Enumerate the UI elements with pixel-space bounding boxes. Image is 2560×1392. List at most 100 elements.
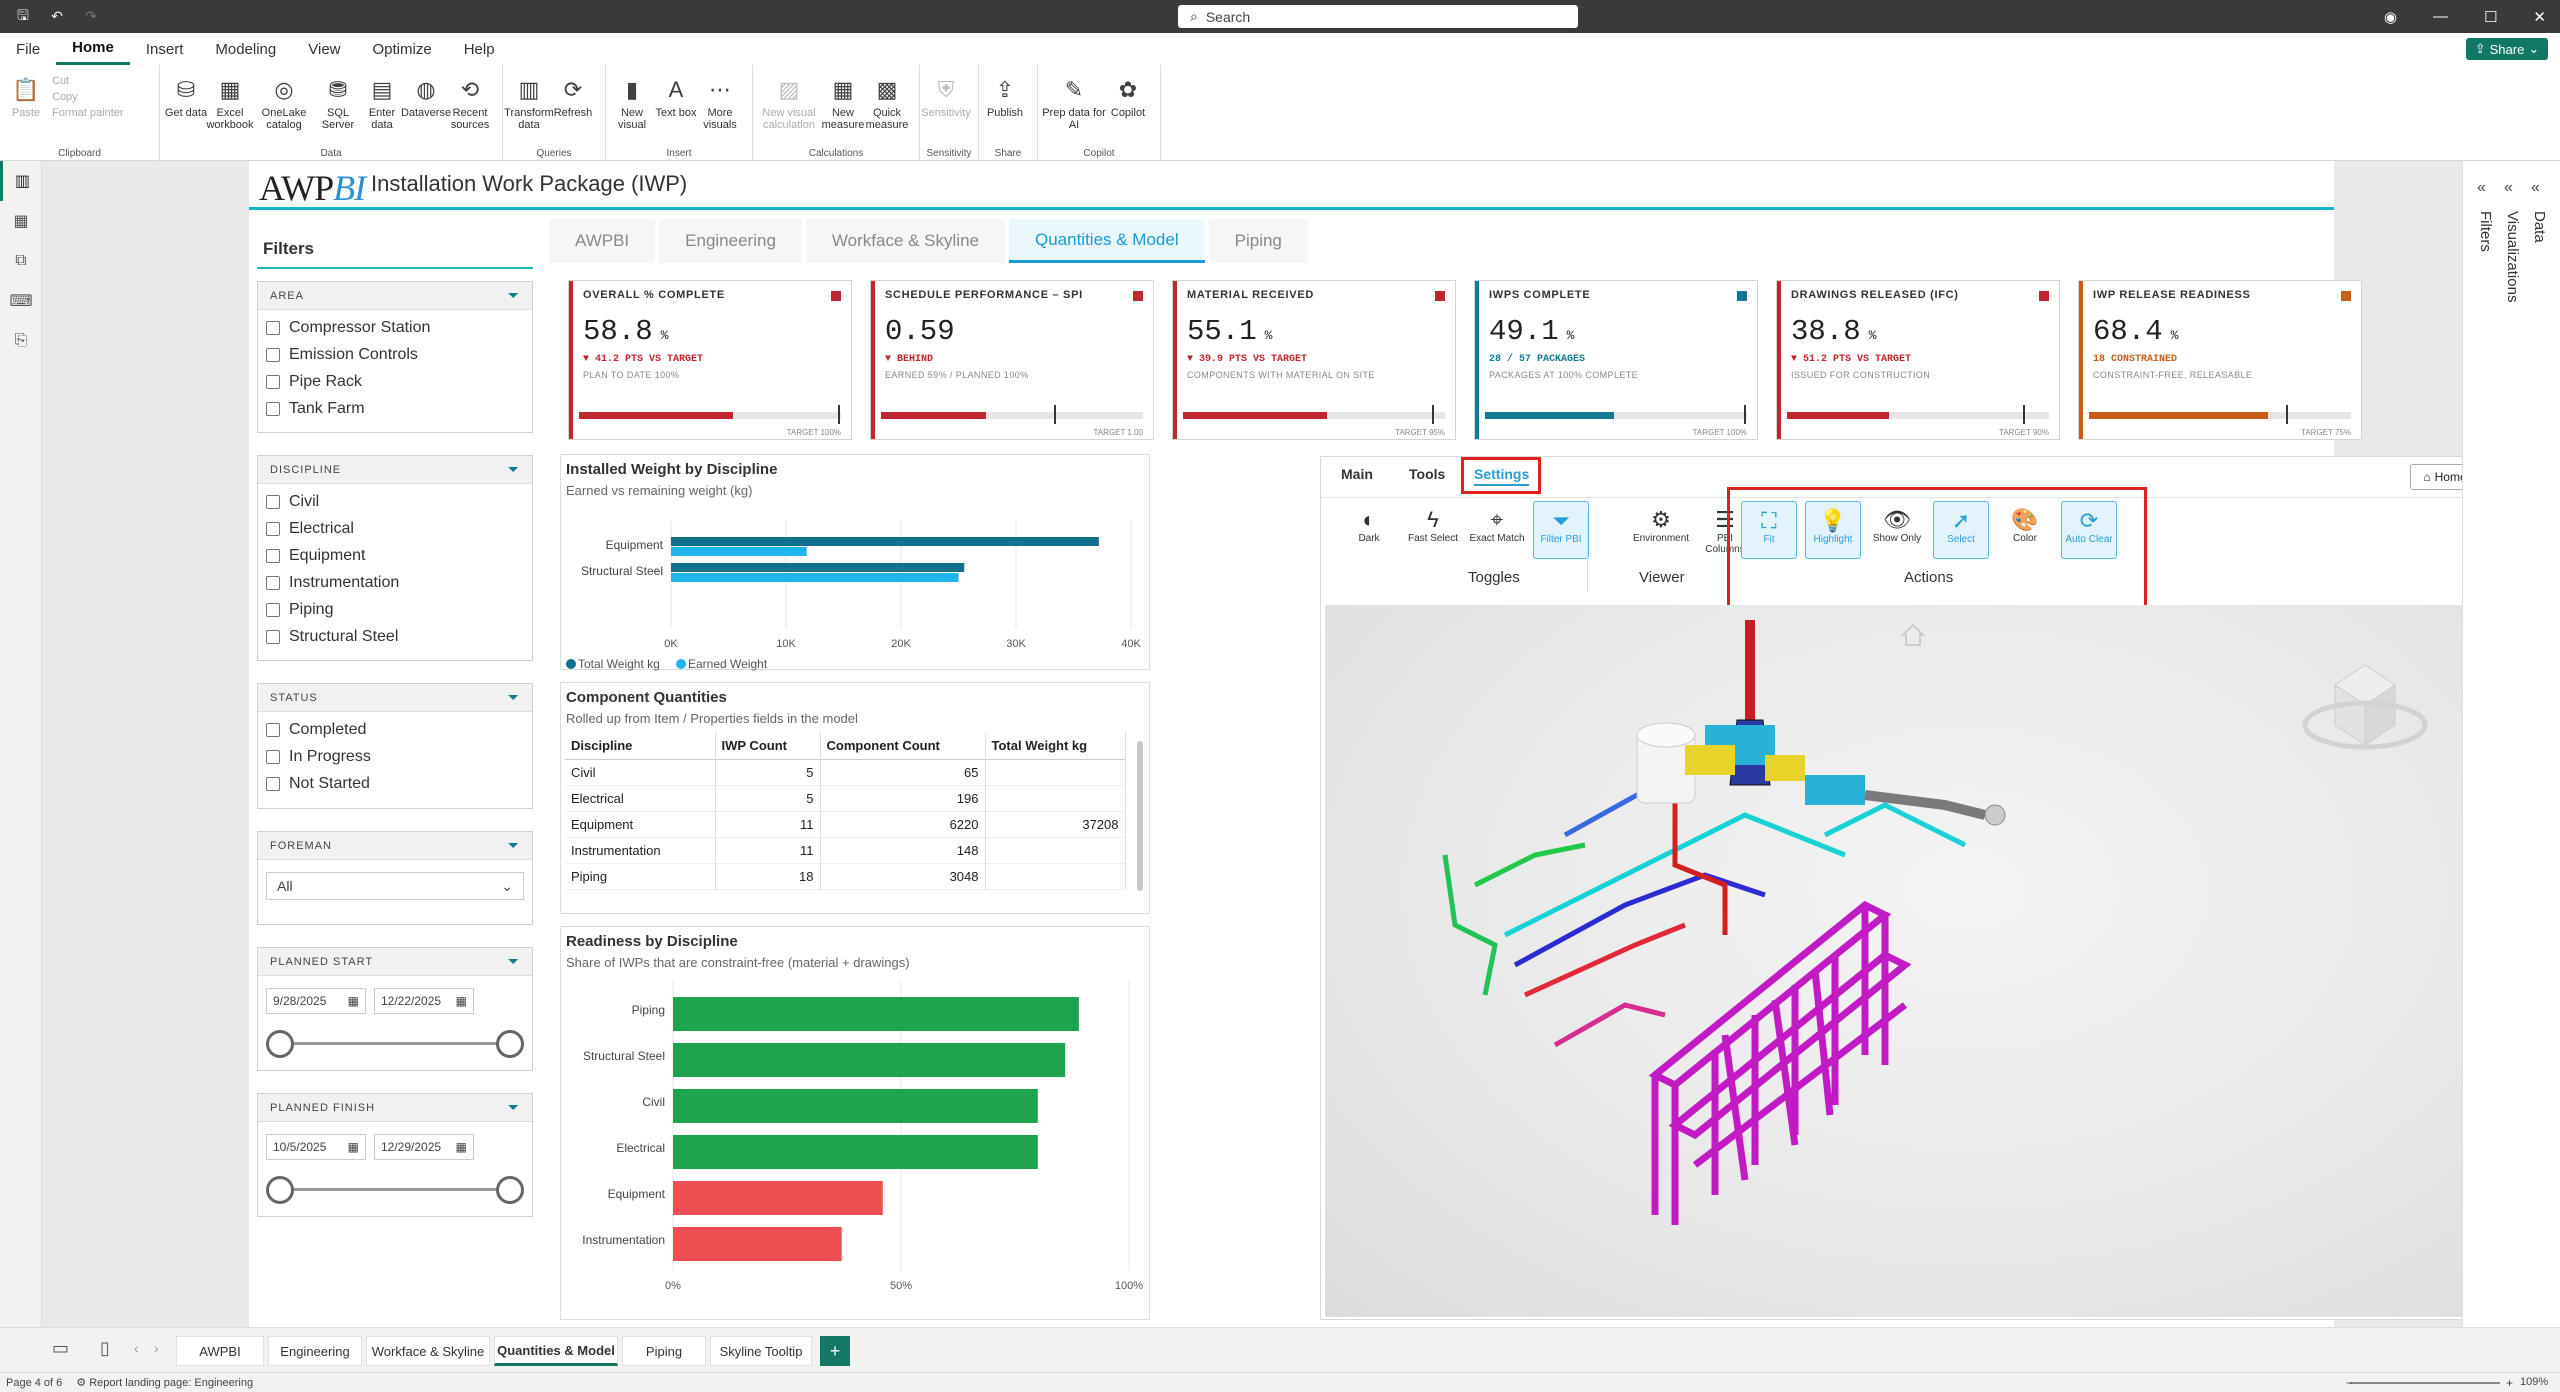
checkbox[interactable] <box>266 494 280 509</box>
menu-help[interactable]: Help <box>448 33 511 65</box>
filter-icon[interactable]: ⏷ <box>508 461 520 478</box>
dax-query-icon[interactable]: ⌨ <box>0 281 42 321</box>
account-icon[interactable]: ◉ <box>2384 8 2397 26</box>
page-tab-awpbi[interactable]: AWPBI <box>176 1336 264 1366</box>
filter-item[interactable]: Structural Steel <box>258 623 532 650</box>
filter-item[interactable]: Pipe Rack <box>258 368 532 395</box>
slider-handle[interactable] <box>266 1030 294 1058</box>
chevron-left-icon[interactable]: « <box>2504 179 2513 197</box>
tab-awpbi[interactable]: AWPBI <box>549 219 656 263</box>
cut-button[interactable]: Cut <box>52 75 124 87</box>
filter-icon[interactable]: ⏷ <box>508 287 520 304</box>
model-view-icon[interactable]: ⧉ <box>0 241 42 281</box>
viewer-tab-tools[interactable]: Tools <box>1409 466 1445 482</box>
filter-item[interactable]: Emission Controls <box>258 341 532 368</box>
menu-file[interactable]: File <box>0 33 56 65</box>
mobile-layout-icon[interactable]: ▯ <box>100 1338 110 1359</box>
chevron-left-icon[interactable]: « <box>2477 179 2486 197</box>
filter-icon[interactable]: ⏷ <box>508 689 520 706</box>
bar-total-weight-kg[interactable] <box>671 537 1099 546</box>
tmdl-view-icon[interactable]: ⎘ <box>0 321 42 361</box>
filter-item[interactable]: Tank Farm <box>258 395 532 422</box>
table-scrollbar[interactable] <box>1137 741 1143 891</box>
navigation-cube-icon[interactable] <box>2302 664 2428 750</box>
checkbox[interactable] <box>266 374 280 389</box>
page-tab-skyline-tooltip[interactable]: Skyline Tooltip <box>710 1336 812 1366</box>
close-icon[interactable]: ✕ <box>2533 8 2546 26</box>
zoom-out-icon[interactable]: − <box>2346 1376 2353 1390</box>
tab-workface-skyline[interactable]: Workface & Skyline <box>805 219 1005 263</box>
filter-item[interactable]: Piping <box>258 596 532 623</box>
desktop-layout-icon[interactable]: ▭ <box>52 1338 69 1359</box>
foreman-dropdown[interactable]: All ⌄ <box>266 872 524 900</box>
menu-home[interactable]: Home <box>56 33 130 65</box>
filter-item[interactable]: Instrumentation <box>258 569 532 596</box>
checkbox[interactable] <box>266 347 280 362</box>
filter-pbi-button[interactable]: ⏷ Filter PBI <box>1533 501 1589 559</box>
checkbox[interactable] <box>266 602 280 617</box>
share-button[interactable]: ⇪ Share ⌄ <box>2466 38 2548 60</box>
finish-to-date[interactable]: 12/29/2025 ▦ <box>374 1134 474 1160</box>
data-pane[interactable]: «Data <box>2517 171 2560 471</box>
page-tab-quantities-model[interactable]: Quantities & Model <box>494 1336 618 1366</box>
table-header[interactable]: Discipline <box>565 733 716 759</box>
menu-optimize[interactable]: Optimize <box>357 33 448 65</box>
readiness-bar[interactable] <box>673 1227 842 1261</box>
format-painter-button[interactable]: Format painter <box>52 107 124 119</box>
menu-modeling[interactable]: Modeling <box>199 33 292 65</box>
filter-item[interactable]: Electrical <box>258 515 532 542</box>
checkbox[interactable] <box>266 749 280 764</box>
filter-item[interactable]: In Progress <box>258 743 532 770</box>
filter-item[interactable]: Equipment <box>258 542 532 569</box>
table-row[interactable]: Civil 5 65 <box>565 759 1126 785</box>
readiness-bar[interactable] <box>673 1181 883 1215</box>
bar-earned-weight[interactable] <box>671 573 959 582</box>
checkbox[interactable] <box>266 575 280 590</box>
redo-icon[interactable]: ↷ <box>80 6 102 28</box>
readiness-bar[interactable] <box>673 1089 1038 1123</box>
viewer-tab-main[interactable]: Main <box>1341 466 1373 482</box>
tab-piping[interactable]: Piping <box>1208 219 1308 263</box>
slider-handle[interactable] <box>496 1030 524 1058</box>
table-header[interactable]: Total Weight kg <box>985 733 1126 759</box>
page-tab-piping[interactable]: Piping <box>622 1336 706 1366</box>
filter-item[interactable]: Compressor Station <box>258 314 532 341</box>
checkbox[interactable] <box>266 722 280 737</box>
filter-icon[interactable]: ⏷ <box>508 837 520 854</box>
finish-from-date[interactable]: 10/5/2025 ▦ <box>266 1134 366 1160</box>
save-icon[interactable]: 🖫 <box>12 6 34 28</box>
start-range-slider[interactable] <box>266 1028 524 1058</box>
start-from-date[interactable]: 9/28/2025 ▦ <box>266 988 366 1014</box>
checkbox[interactable] <box>266 629 280 644</box>
checkbox[interactable] <box>266 320 280 335</box>
search-input[interactable]: ⌕ Search <box>1178 5 1578 28</box>
checkbox[interactable] <box>266 776 280 791</box>
table-header[interactable]: IWP Count <box>715 733 821 759</box>
table-view-icon[interactable]: ▦ <box>0 201 42 241</box>
tab-quantities-model[interactable]: Quantities & Model <box>1008 219 1205 263</box>
viewport-home-icon[interactable] <box>1900 623 1926 646</box>
tab-engineering[interactable]: Engineering <box>659 219 802 263</box>
copy-button[interactable]: Copy <box>52 91 124 103</box>
checkbox[interactable] <box>266 401 280 416</box>
minimize-icon[interactable]: — <box>2433 8 2448 25</box>
add-page-button[interactable]: + <box>820 1336 850 1366</box>
filter-item[interactable]: Civil <box>258 488 532 515</box>
zoom-slider[interactable] <box>2350 1382 2500 1384</box>
slider-handle[interactable] <box>496 1176 524 1204</box>
exact-match-button[interactable]: ⌖ Exact Match <box>1469 501 1525 559</box>
slider-handle[interactable] <box>266 1176 294 1204</box>
filter-item[interactable]: Completed <box>258 716 532 743</box>
filter-icon[interactable]: ⏷ <box>508 953 520 970</box>
filter-item[interactable]: Not Started <box>258 770 532 797</box>
readiness-bar[interactable] <box>673 1043 1066 1077</box>
start-to-date[interactable]: 12/22/2025 ▦ <box>374 988 474 1014</box>
readiness-bar[interactable] <box>673 1135 1038 1169</box>
table-header[interactable]: Component Count <box>820 733 986 759</box>
undo-icon[interactable]: ↶ <box>46 6 68 28</box>
readiness-bar[interactable] <box>673 997 1079 1031</box>
checkbox[interactable] <box>266 548 280 563</box>
fast-select-button[interactable]: ϟ Fast Select <box>1405 501 1461 559</box>
checkbox[interactable] <box>266 521 280 536</box>
bar-earned-weight[interactable] <box>671 547 807 556</box>
